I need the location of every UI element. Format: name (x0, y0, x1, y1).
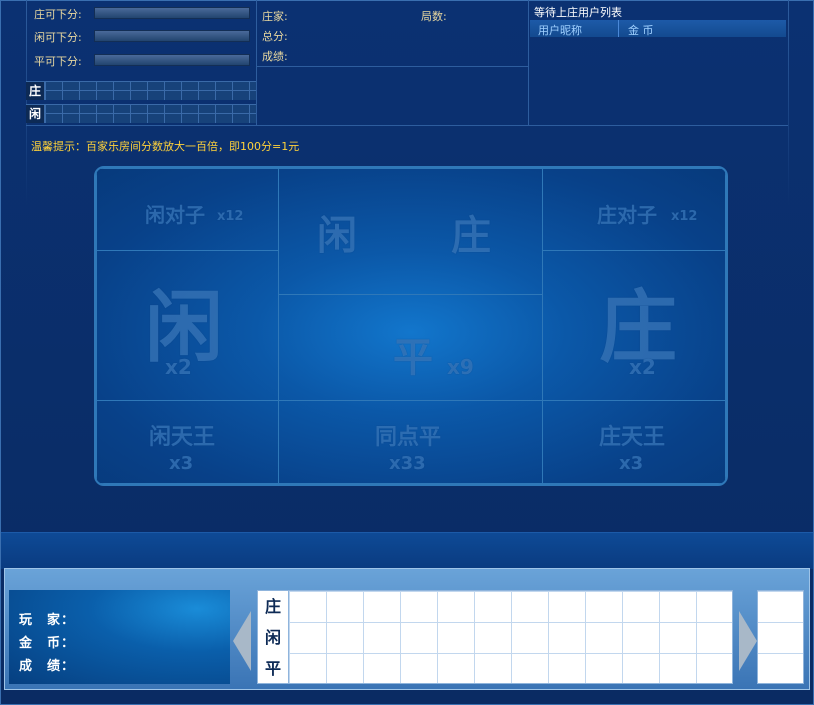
history-grid-extra (757, 590, 804, 684)
bet-player-odds: x2 (165, 355, 192, 379)
road-cells (45, 82, 256, 100)
bet-player-king[interactable]: 闲天王 x3 (96, 400, 279, 484)
bet-same-tie[interactable]: 同点平 x33 (278, 400, 543, 484)
divider (257, 66, 528, 67)
bet-tie-label: 平 (393, 335, 433, 381)
player-name-label: 玩 家： (19, 613, 76, 628)
bet-player[interactable]: 闲 x2 (96, 250, 279, 401)
banker-label: 庄家: (262, 10, 288, 23)
player-coins-label: 金 币： (19, 636, 76, 651)
queue-header: 用户昵称 金 币 (530, 20, 786, 37)
bet-same-tie-odds: x33 (389, 453, 426, 474)
arrow-right-icon[interactable] (739, 611, 757, 671)
bet-player-pair-label: 闲对子 (145, 203, 205, 227)
road-cells (45, 105, 256, 123)
arrow-left-icon[interactable] (233, 611, 251, 671)
bet-banker[interactable]: 庄 x2 (542, 250, 726, 401)
history-cells (289, 591, 732, 683)
divider (26, 125, 788, 126)
bet-tie-odds: x9 (447, 355, 474, 379)
top-banker-char: 庄 (451, 213, 491, 259)
history-row-banker: 庄 (258, 591, 289, 622)
queue-col-nick: 用户昵称 (538, 24, 582, 37)
score-label: 成绩: (262, 50, 288, 63)
banker-limit-bar (94, 7, 250, 19)
divider (618, 20, 619, 37)
tip-text: 温馨提示：百家乐房间分数放大一百倍，即100分=1元 (31, 140, 300, 153)
banker-info-panel: 庄家: 局数: 总分: 成绩: (257, 0, 529, 125)
total-label: 总分: (262, 30, 288, 43)
banker-limit-label: 庄可下分: (34, 8, 82, 21)
queue-title: 等待上庄用户列表 (534, 6, 622, 19)
bottom-band (1, 532, 813, 569)
bet-banker-king-label: 庄天王 (599, 425, 666, 450)
queue-col-coins: 金 币 (628, 24, 654, 37)
history-row-player: 闲 (258, 622, 289, 653)
road-row-player: 闲 (26, 104, 256, 123)
bet-banker-odds: x2 (629, 355, 656, 379)
history-grid: 庄 闲 平 (257, 590, 733, 684)
tie-limit-bar (94, 54, 250, 66)
rounds-label: 局数: (421, 10, 447, 23)
history-row-tie: 平 (258, 653, 289, 684)
road-row-banker: 庄 (26, 81, 256, 100)
banker-queue-panel: 等待上庄用户列表 用户昵称 金 币 (530, 0, 788, 125)
player-score-label: 成 绩： (19, 659, 76, 674)
bet-tie[interactable]: 平 x9 (278, 294, 543, 401)
bet-same-tie-label: 同点平 (375, 425, 442, 450)
tie-limit-label: 平可下分: (34, 55, 82, 68)
road-tag-player: 闲 (26, 105, 45, 123)
bet-banker-king[interactable]: 庄天王 x3 (542, 400, 726, 484)
bet-banker-pair[interactable]: 庄对子 x12 (542, 168, 726, 251)
divider (788, 0, 789, 205)
bet-banker-king-odds: x3 (619, 453, 644, 474)
player-info-box: 玩 家： 金 币： 成 绩： (9, 590, 230, 684)
bet-player-king-label: 闲天王 (149, 425, 216, 450)
bet-player-king-odds: x3 (169, 453, 194, 474)
player-limit-label: 闲可下分: (34, 31, 82, 44)
bet-limits-panel: 庄可下分: 闲可下分: 平可下分: 庄 闲 (26, 0, 257, 125)
bet-player-pair-odds: x12 (217, 209, 244, 224)
betting-table: 闲对子 x12 闲 庄 庄对子 x12 闲 x2 平 x9 庄 x2 闲天王 x… (94, 166, 728, 486)
road-tag-banker: 庄 (26, 82, 45, 100)
bet-player-pair[interactable]: 闲对子 x12 (96, 168, 279, 251)
top-player-char: 闲 (317, 213, 357, 259)
player-limit-bar (94, 30, 250, 42)
bet-banker-pair-odds: x12 (671, 209, 698, 224)
bet-banker-pair-label: 庄对子 (597, 203, 657, 227)
bet-top-center: 闲 庄 (278, 168, 543, 295)
